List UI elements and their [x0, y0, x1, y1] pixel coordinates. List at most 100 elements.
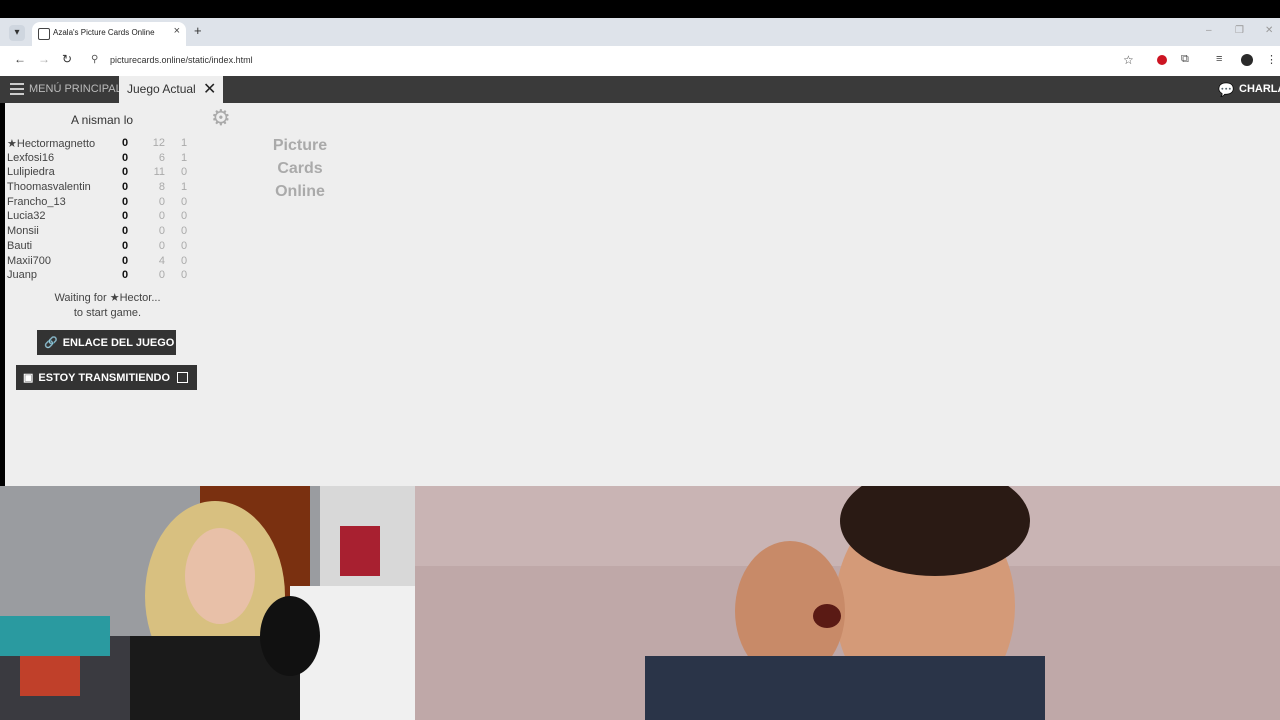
- player-name: Thoomasvalentin: [7, 181, 91, 194]
- tab-search-icon[interactable]: ▾: [9, 25, 25, 41]
- main-menu-button[interactable]: MENÚ PRINCIPAL: [29, 83, 122, 95]
- player-stat: 11: [153, 166, 165, 179]
- address-bar[interactable]: ⚲ picturecards.online/static/index.html: [86, 50, 1146, 72]
- player-score: 0: [121, 254, 129, 267]
- streaming-checkbox[interactable]: [177, 372, 189, 383]
- site-info-icon[interactable]: ⚲: [91, 54, 98, 65]
- waiting-prefix: Waiting for: [54, 292, 107, 304]
- player-list: ★Hectormagnetto 0 12 1 Lexfosi16 0 6 1 Lulipie…: [5, 137, 205, 284]
- browser-menu-icon[interactable]: ⋮: [1266, 53, 1277, 66]
- current-game-label: Juego Actual: [127, 82, 196, 96]
- player-stat: 1: [180, 151, 188, 164]
- forward-icon[interactable]: →: [38, 52, 50, 66]
- player-stat: 6: [158, 151, 165, 164]
- site-logo: Picture Cards Online: [255, 134, 345, 203]
- logo-line: Picture: [272, 137, 328, 154]
- game-page: A nisman lo ⚙ ★Hectormagnetto 0 12 1 Lexfos…: [5, 103, 1280, 486]
- waiting-message: Waiting for ★Hector... to start game.: [25, 291, 190, 321]
- url-text[interactable]: picturecards.online/static/index.html: [110, 55, 253, 65]
- player-stat: 0: [180, 225, 188, 238]
- player-stat: 0: [180, 254, 188, 267]
- player-row: Lulipiedra 0 11 0: [5, 166, 205, 181]
- player-name: Hectormagnetto: [16, 138, 96, 150]
- player-score: 0: [121, 181, 129, 194]
- tab-favicon-icon: [38, 28, 50, 40]
- player-stat: 12: [152, 137, 165, 149]
- player-score: 0: [121, 239, 129, 252]
- player-stat: 0: [180, 239, 188, 252]
- tab-close-icon[interactable]: ×: [174, 25, 180, 37]
- player-name: Bauti: [7, 239, 33, 252]
- profile-avatar[interactable]: [1241, 54, 1253, 66]
- game-link-button[interactable]: 🔗 ENLACE DEL JUEGO: [37, 330, 176, 355]
- player-stat: 1: [180, 137, 188, 149]
- player-stat: 1: [180, 181, 188, 194]
- opera-extension-icon[interactable]: [1157, 55, 1167, 65]
- extensions-icon[interactable]: ⧉: [1181, 53, 1189, 66]
- photo-overlay: [415, 486, 1280, 720]
- player-row: Bauti 0 0 0: [5, 240, 205, 255]
- player-row: Lexfosi16 0 6 1: [5, 152, 205, 167]
- back-icon[interactable]: ←: [14, 52, 26, 66]
- player-score: 0: [121, 137, 129, 149]
- new-tab-button[interactable]: +: [194, 23, 202, 38]
- logo-line: Cards: [277, 160, 323, 177]
- player-stat: 0: [158, 195, 165, 208]
- tab-current-game[interactable]: Juego Actual ✕: [119, 76, 223, 103]
- media-controls-icon[interactable]: ≡: [1216, 53, 1222, 65]
- hamburger-menu-icon[interactable]: [10, 83, 24, 95]
- game-name: A nisman lo: [71, 113, 134, 127]
- player-row: Thoomasvalentin 0 8 1: [5, 181, 205, 196]
- address-row: ← → ↻ ⚲ picturecards.online/static/index…: [0, 46, 1280, 76]
- restore-icon[interactable]: ❐: [1235, 25, 1244, 36]
- streaming-toggle-button[interactable]: ▣ ESTOY TRANSMITIENDO: [16, 365, 197, 390]
- player-row: Francho_13 0 0 0: [5, 196, 205, 211]
- player-stat: 4: [158, 254, 165, 267]
- waiting-suffix: to start game.: [73, 307, 142, 319]
- bookmark-star-icon[interactable]: ☆: [1123, 53, 1134, 67]
- browser-chrome: ▾ Azala's Picture Cards Online × + – ❐ ✕…: [0, 18, 1280, 76]
- logo-line: Online: [275, 183, 325, 200]
- close-game-icon[interactable]: ✕: [203, 79, 216, 99]
- player-stat: 0: [180, 210, 188, 223]
- player-row: Maxii700 0 4 0: [5, 255, 205, 270]
- webcam-overlay: [0, 486, 415, 720]
- waiting-host: Hector...: [119, 292, 161, 304]
- player-stat: 0: [180, 195, 188, 208]
- chat-bubble-icon[interactable]: 💬: [1218, 82, 1234, 98]
- tab-strip: ▾ Azala's Picture Cards Online × + – ❐ ✕: [0, 18, 1280, 46]
- twitch-icon: ▣: [23, 372, 34, 384]
- app-header: MENÚ PRINCIPAL Juego Actual ✕ 💬 CHARLA: [0, 76, 1280, 103]
- minimize-icon[interactable]: –: [1206, 25, 1212, 36]
- browser-tab[interactable]: Azala's Picture Cards Online ×: [32, 22, 186, 46]
- player-stat: 0: [158, 225, 165, 238]
- player-stat: 8: [158, 181, 165, 194]
- player-row: Lucia32 0 0 0: [5, 210, 205, 225]
- game-link-label: ENLACE DEL JUEGO: [62, 336, 175, 349]
- player-stat: 0: [180, 166, 188, 179]
- top-black-bar: [0, 0, 1280, 18]
- settings-gear-icon[interactable]: ⚙: [211, 105, 231, 131]
- player-name: Lexfosi16: [7, 151, 55, 164]
- player-name: Francho_13: [7, 195, 66, 208]
- player-stat: 0: [180, 269, 188, 282]
- tab-title: Azala's Picture Cards Online: [53, 28, 155, 37]
- player-row: ★Hectormagnetto 0 12 1: [5, 137, 205, 152]
- player-stat: 0: [158, 269, 165, 282]
- player-score: 0: [121, 210, 129, 223]
- host-star-icon: ★: [109, 292, 120, 304]
- player-score: 0: [121, 195, 129, 208]
- player-name: Lucia32: [7, 210, 46, 223]
- player-name: Monsii: [7, 225, 39, 238]
- player-name: Maxii700: [7, 254, 52, 267]
- player-score: 0: [121, 225, 129, 238]
- player-name: Juanp: [7, 269, 37, 282]
- chat-button[interactable]: CHARLA: [1239, 83, 1280, 95]
- window-close-icon[interactable]: ✕: [1265, 25, 1273, 36]
- host-star-icon: ★: [7, 138, 17, 150]
- player-stat: 0: [158, 239, 165, 252]
- link-icon: 🔗: [44, 337, 58, 349]
- player-score: 0: [121, 269, 129, 282]
- player-score: 0: [121, 166, 129, 179]
- reload-icon[interactable]: ↻: [62, 52, 72, 66]
